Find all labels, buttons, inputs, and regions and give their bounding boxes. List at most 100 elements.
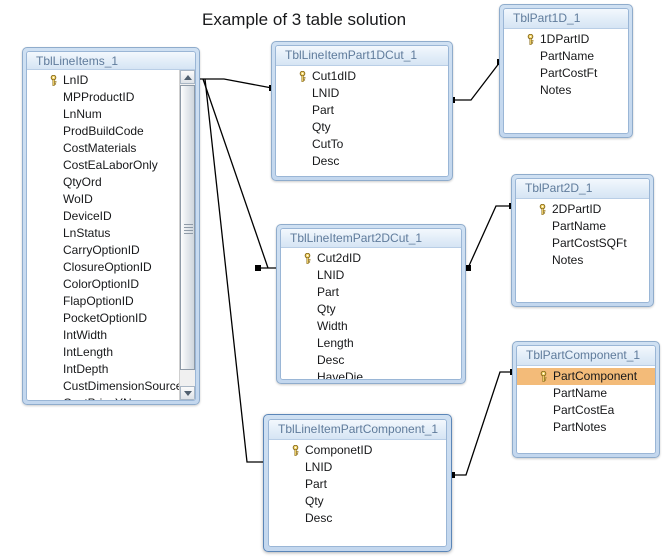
field-name: 2DPartID — [552, 202, 602, 216]
field-name: CostEaLaborOnly — [63, 158, 158, 173]
field-name: PocketOptionID — [63, 311, 148, 326]
field-row[interactable]: CostEaLaborOnly — [27, 157, 195, 174]
field-row[interactable]: MPProductID — [27, 89, 195, 106]
field-row[interactable]: PartCostFt — [504, 65, 628, 82]
field-name: LnNum — [63, 107, 102, 122]
vertical-scrollbar[interactable] — [179, 70, 195, 400]
field-row[interactable]: CostMaterials — [27, 140, 195, 157]
scrollbar-thumb[interactable] — [180, 85, 195, 371]
field-row[interactable]: Qty — [276, 119, 448, 136]
field-name: 1DPartID — [540, 32, 590, 46]
field-name: PartName — [540, 49, 595, 63]
field-row[interactable]: Desc — [269, 510, 446, 527]
field-row[interactable]: HaveDie — [281, 369, 461, 379]
field-name: LNID — [317, 268, 345, 283]
field-name: CostMaterials — [63, 141, 137, 156]
field-row[interactable]: 2DPartID — [516, 201, 649, 218]
field-row[interactable]: PocketOptionID — [27, 310, 195, 327]
table-window-tbllineitempart2dcut[interactable]: TblLineItemPart2DCut_1 Cut2dID LNID Part Qt… — [276, 224, 466, 384]
field-name: Part — [312, 103, 335, 117]
field-row[interactable]: QtyOrd — [27, 174, 195, 191]
field-row[interactable]: ProdBuildCode — [27, 123, 195, 140]
field-row[interactable]: IntDepth — [27, 361, 195, 378]
field-row[interactable]: PartComponent — [517, 368, 655, 385]
field-row[interactable]: PartName — [516, 218, 649, 235]
field-row[interactable]: ColorOptionID — [27, 276, 195, 293]
field-row[interactable]: PartNotes — [517, 419, 655, 436]
table-title[interactable]: TblPartComponent_1 — [517, 346, 655, 366]
field-row[interactable]: ClosureOptionID — [27, 259, 195, 276]
field-row[interactable]: Qty — [281, 301, 461, 318]
field-name: CutTo — [312, 137, 344, 151]
field-row[interactable]: PartName — [517, 385, 655, 402]
table-window-tblpart1d[interactable]: TblPart1D_1 1DPartID PartName PartCostFt No… — [499, 4, 633, 138]
table-title[interactable]: TblLineItemPart1DCut_1 — [276, 46, 448, 66]
field-row[interactable]: Desc — [276, 153, 448, 170]
table-title[interactable]: TblLineItemPartComponent_1 — [269, 420, 446, 440]
field-row[interactable]: WoID — [27, 191, 195, 208]
table-title[interactable]: TblLineItemPart2DCut_1 — [281, 229, 461, 249]
field-name: LNID — [305, 460, 333, 474]
field-row[interactable]: Notes — [516, 252, 649, 269]
field-list-container: 2DPartID PartName PartCostSQFt Notes — [516, 199, 649, 302]
field-row[interactable]: LnNum — [27, 106, 195, 123]
field-row[interactable]: CutTo — [276, 136, 448, 153]
field-row[interactable]: PartName — [504, 48, 628, 65]
field-row[interactable]: LNID — [269, 459, 446, 476]
table-title[interactable]: TblPart2D_1 — [516, 179, 649, 199]
field-row[interactable]: LNID — [281, 267, 461, 284]
field-row[interactable]: CustPriceYN — [27, 395, 195, 400]
field-row[interactable]: IntLength — [27, 344, 195, 361]
field-row[interactable]: Part — [269, 476, 446, 493]
relationship-diagram-canvas: Example of 3 table solution TblLineItems… — [0, 0, 672, 558]
key-icon — [540, 371, 547, 382]
field-row[interactable]: CustDimensionSource — [27, 378, 195, 395]
table-window-tbllineitempart1dcut[interactable]: TblLineItemPart1DCut_1 Cut1dID LNID Part Qt… — [271, 41, 453, 181]
field-list-container: ComponetID LNID Part Qty Desc — [269, 440, 446, 546]
table-window-tbllineitempartcomponent[interactable]: TblLineItemPartComponent_1 ComponetID LNI… — [263, 414, 452, 552]
table-title[interactable]: TblLineItems_1 — [27, 52, 195, 71]
field-row[interactable]: Width — [281, 318, 461, 335]
field-name: ColorOptionID — [63, 277, 140, 292]
field-list-container: LnID MPProductID LnNum ProdBuildCode CostMat… — [27, 70, 195, 400]
field-list: PartComponent PartName PartCostEa PartNotes — [517, 368, 655, 436]
field-row[interactable]: Qty — [269, 493, 446, 510]
scroll-up-arrow-icon[interactable] — [180, 70, 195, 85]
field-row[interactable]: CarryOptionID — [27, 242, 195, 259]
key-icon — [304, 253, 311, 264]
field-name: Part — [317, 285, 340, 300]
table-window-tblpartcomponent[interactable]: TblPartComponent_1 PartComponent PartName… — [512, 341, 660, 458]
field-row[interactable]: LnID — [27, 72, 195, 89]
field-row[interactable]: DeviceID — [27, 208, 195, 225]
field-row[interactable]: Cut2dID — [281, 250, 461, 267]
scroll-down-arrow-icon[interactable] — [180, 386, 195, 400]
field-name: PartNotes — [553, 420, 607, 434]
field-row[interactable]: Length — [281, 335, 461, 352]
field-row[interactable]: LNID — [276, 85, 448, 102]
field-row[interactable]: PartCostEa — [517, 402, 655, 419]
field-row[interactable]: FlapOptionID — [27, 293, 195, 310]
field-row[interactable]: IntWidth — [27, 327, 195, 344]
field-name: Part — [305, 477, 328, 491]
field-row[interactable]: Cut1dID — [276, 68, 448, 85]
table-window-tblpart2d[interactable]: TblPart2D_1 2DPartID PartName PartCostSQFt… — [511, 174, 654, 307]
table-title[interactable]: TblPart1D_1 — [504, 9, 628, 29]
field-name: Notes — [552, 253, 584, 267]
field-list-container: 1DPartID PartName PartCostFt Notes — [504, 29, 628, 133]
field-row[interactable]: ComponetID — [269, 442, 446, 459]
field-row[interactable]: Desc — [281, 352, 461, 369]
field-name: FlapOptionID — [63, 294, 134, 309]
field-row[interactable]: LnStatus — [27, 225, 195, 242]
field-row[interactable]: 1DPartID — [504, 31, 628, 48]
field-row[interactable]: PartCostSQFt — [516, 235, 649, 252]
field-row[interactable]: Part — [281, 284, 461, 301]
field-name: IntDepth — [63, 362, 109, 377]
field-row[interactable]: Notes — [504, 82, 628, 99]
table-window-tbllineitems[interactable]: TblLineItems_1 LnID MPProductID LnNum ProdB… — [22, 47, 200, 405]
field-name: CustDimensionSource — [63, 379, 183, 394]
key-icon — [50, 75, 57, 87]
relationship-line-1dcut-to-part1d — [452, 61, 501, 101]
field-name: ProdBuildCode — [63, 124, 144, 139]
field-name: Length — [317, 336, 354, 351]
field-row[interactable]: Part — [276, 102, 448, 119]
